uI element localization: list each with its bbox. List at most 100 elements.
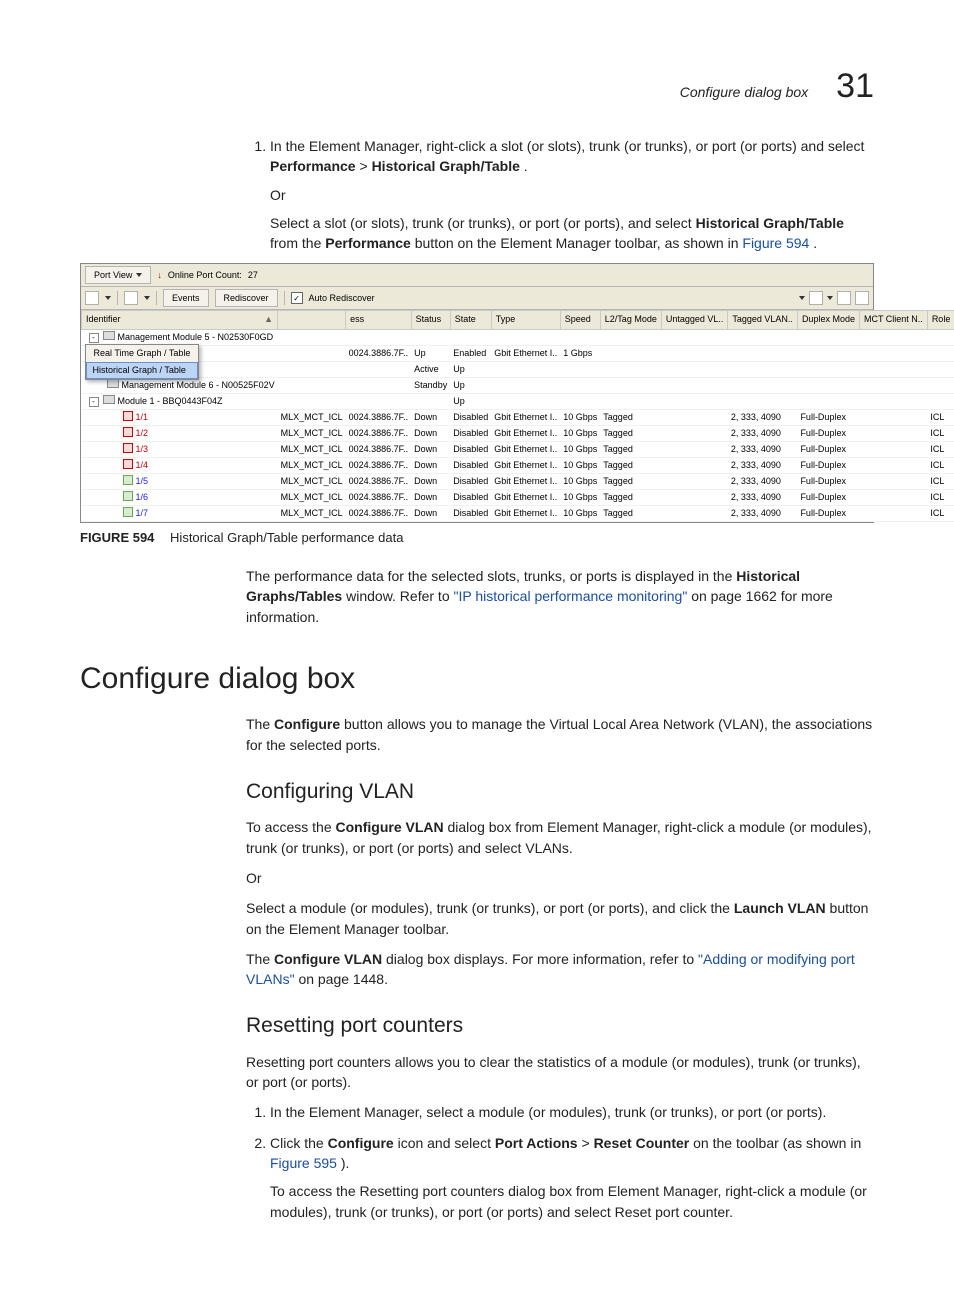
table-header-row: Identifier▲ ess Status State Type Speed … — [82, 311, 954, 329]
vlan-p1a: To access the — [246, 819, 336, 835]
separator — [117, 291, 118, 305]
col-type[interactable]: Type — [491, 311, 560, 329]
col-role[interactable]: Role — [927, 311, 954, 329]
step1-bold-c: Historical Graph/Table — [696, 215, 844, 231]
chevron-down-icon[interactable] — [105, 296, 111, 300]
col-mct[interactable]: MCT Client N.. — [859, 311, 927, 329]
vlan-p3d: on page 1448. — [298, 971, 388, 987]
vlan-p2a: Select a module (or modules), trunk (or … — [246, 900, 734, 916]
tool-icon-4[interactable] — [837, 291, 851, 305]
reset-s2p2: To access the Resetting port counters di… — [270, 1181, 874, 1222]
intro-a: The — [246, 716, 274, 732]
col-tvlan[interactable]: Tagged VLAN.. — [728, 311, 798, 329]
port-status-icon — [123, 491, 133, 501]
running-header: Configure dialog box 31 — [680, 62, 874, 111]
col-uvlan[interactable]: Untagged VL.. — [661, 311, 728, 329]
module-icon — [103, 395, 115, 404]
tool-icon-2[interactable] — [124, 291, 138, 305]
vlan-p3c: dialog box displays. For more informatio… — [386, 951, 698, 967]
auto-rediscover-checkbox[interactable]: ✓ — [291, 292, 303, 304]
col-state[interactable]: State — [450, 311, 491, 329]
tool-icon-5[interactable] — [855, 291, 869, 305]
table-row[interactable]: -Module 1 - BBQ0443F04ZUp — [82, 393, 954, 409]
figure-594-link[interactable]: Figure 594 — [742, 235, 809, 251]
figure-594-caption: FIGURE 594 Historical Graph/Table perfor… — [80, 529, 874, 548]
step1-period: . — [524, 158, 528, 174]
auto-rediscover-label: Auto Rediscover — [309, 292, 375, 305]
col-speed[interactable]: Speed — [560, 311, 600, 329]
table-row[interactable]: 1/7MLX_MCT_ICL0024.3886.7F..DownDisabled… — [82, 506, 954, 522]
col-name[interactable] — [278, 311, 346, 329]
menu-item-realtime[interactable]: Real Time Graph / Table — [86, 345, 199, 362]
rediscover-button[interactable]: Rediscover — [215, 289, 278, 307]
figure-595-link[interactable]: Figure 595 — [270, 1155, 337, 1171]
tool-icon-3[interactable] — [809, 291, 823, 305]
table-row[interactable]: Mgmt 5/10024.3886.7F..UpEnabledGbit Ethe… — [82, 345, 954, 361]
col-duplex[interactable]: Duplex Mode — [797, 311, 859, 329]
col-status[interactable]: Status — [411, 311, 450, 329]
h2-configuring-vlan: Configuring VLAN — [246, 777, 874, 807]
port-status-icon — [123, 411, 133, 421]
figure-594-label: FIGURE 594 — [80, 530, 154, 545]
step1-b1: Select a slot (or slots), trunk (or trun… — [270, 215, 696, 231]
online-port-count-value: 27 — [248, 269, 258, 282]
separator — [156, 291, 157, 305]
step1-gt: > — [359, 158, 371, 174]
port-status-icon — [123, 443, 133, 453]
table-row[interactable]: 1/1MLX_MCT_ICL0024.3886.7F..DownDisabled… — [82, 409, 954, 425]
table-row[interactable]: 1/4MLX_MCT_ICL0024.3886.7F..DownDisabled… — [82, 457, 954, 473]
running-header-title: Configure dialog box — [680, 82, 808, 102]
step-1: In the Element Manager, right-click a sl… — [270, 136, 874, 253]
tree-toggle-icon[interactable]: - — [89, 397, 99, 407]
vlan-p2b: Launch VLAN — [734, 900, 826, 916]
table-row[interactable]: 1/5MLX_MCT_ICL0024.3886.7F..DownDisabled… — [82, 473, 954, 489]
reset-s2f: Reset Counter — [594, 1135, 690, 1151]
port-view-dropdown[interactable]: Port View — [85, 266, 151, 284]
online-port-count-label: Online Port Count: — [168, 269, 242, 282]
table-row[interactable]: ActiveUp — [82, 361, 954, 377]
figure-594-caption-text: Historical Graph/Table performance data — [170, 530, 403, 545]
vlan-or: Or — [246, 868, 874, 888]
tree-toggle-icon[interactable]: - — [89, 333, 99, 343]
reset-s2b: Configure — [328, 1135, 394, 1151]
port-status-icon — [123, 475, 133, 485]
col-l2tag[interactable]: L2/Tag Mode — [600, 311, 661, 329]
vlan-p1b: Configure VLAN — [336, 819, 444, 835]
step1-text: In the Element Manager, right-click a sl… — [270, 138, 864, 154]
tool-icon-1[interactable] — [85, 291, 99, 305]
table-row[interactable]: 1/3MLX_MCT_ICL0024.3886.7F..DownDisabled… — [82, 441, 954, 457]
h1-configure-dialog-box: Configure dialog box — [80, 657, 874, 701]
chevron-down-icon — [136, 273, 142, 277]
reset-step-2: Click the Configure icon and select Port… — [270, 1133, 874, 1222]
afterfig-a: The performance data for the selected sl… — [246, 568, 736, 584]
vlan-p3b: Configure VLAN — [274, 951, 382, 967]
col-ess[interactable]: ess — [346, 311, 412, 329]
figure-594-image: Port View ↓ Online Port Count: 27 Events… — [80, 263, 874, 523]
step1-bold-b: Historical Graph/Table — [372, 158, 520, 174]
menu-item-historical[interactable]: Historical Graph / Table — [86, 362, 199, 379]
ip-historical-link[interactable]: "IP historical performance monitoring" — [454, 588, 688, 604]
reset-steps: In the Element Manager, select a module … — [246, 1102, 874, 1221]
port-status-icon — [123, 427, 133, 437]
reset-intro: Resetting port counters allows you to cl… — [246, 1052, 874, 1093]
intro-b: Configure — [274, 716, 340, 732]
events-button[interactable]: Events — [163, 289, 209, 307]
sort-icon: ▲ — [264, 313, 273, 326]
col-identifier[interactable]: Identifier▲ — [82, 311, 278, 329]
chevron-down-icon[interactable] — [144, 296, 150, 300]
step1-bold-a: Performance — [270, 158, 356, 174]
table-row[interactable]: -Management Module 5 - N02530F0GDReal Ti… — [82, 329, 954, 345]
table-row[interactable]: 1/6MLX_MCT_ICL0024.3886.7F..DownDisabled… — [82, 490, 954, 506]
table-row[interactable]: 1/2MLX_MCT_ICL0024.3886.7F..DownDisabled… — [82, 425, 954, 441]
table-row[interactable]: Management Module 6 - N00525F02VStandbyU… — [82, 377, 954, 393]
separator — [284, 291, 285, 305]
chevron-down-icon[interactable] — [827, 296, 833, 300]
h2-resetting-port-counters: Resetting port counters — [246, 1011, 874, 1041]
vlan-p3a: The — [246, 951, 274, 967]
chevron-down-icon[interactable] — [799, 296, 805, 300]
reset-step-1: In the Element Manager, select a module … — [270, 1102, 874, 1122]
reset-s2d: Port Actions — [495, 1135, 578, 1151]
port-status-icon — [123, 507, 133, 517]
module-icon — [107, 379, 119, 388]
reset-s2g: on the toolbar (as shown in — [693, 1135, 861, 1151]
